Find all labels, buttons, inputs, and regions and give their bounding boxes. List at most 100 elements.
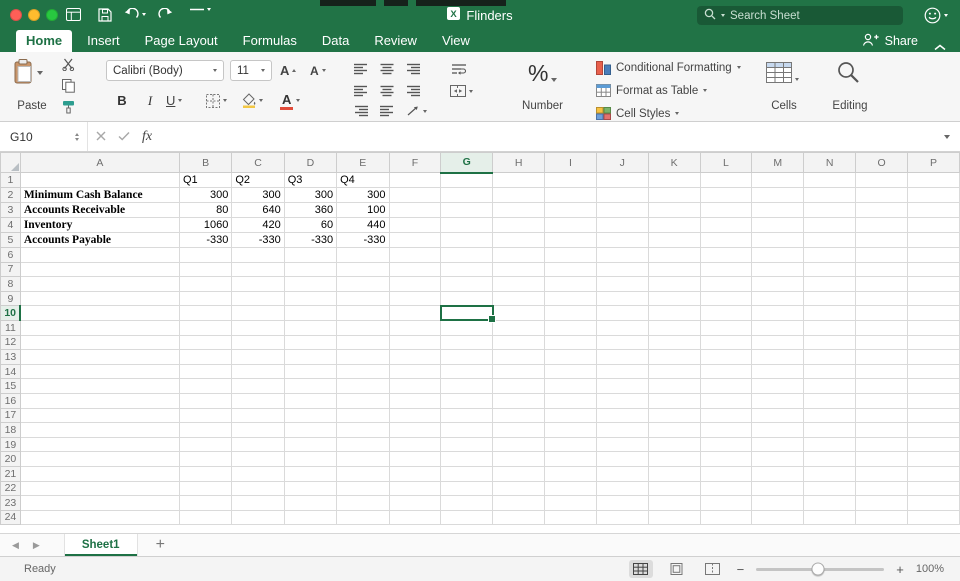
cell-L24[interactable]	[699, 509, 753, 526]
cell-C2[interactable]: 300	[231, 187, 285, 203]
cell-H24[interactable]	[492, 509, 546, 526]
cell-I5[interactable]	[544, 232, 597, 248]
cell-M17[interactable]	[751, 407, 805, 424]
column-header-H[interactable]: H	[492, 152, 546, 173]
cell-G19[interactable]	[440, 436, 494, 453]
cell-B7[interactable]	[178, 261, 233, 278]
cell-K6[interactable]	[647, 247, 701, 263]
cell-K12[interactable]	[647, 334, 701, 351]
cell-E19[interactable]	[336, 436, 390, 453]
cell-C8[interactable]	[231, 276, 285, 292]
cell-H21[interactable]	[492, 465, 546, 482]
search-sheet-input[interactable]: Search Sheet	[697, 6, 903, 25]
column-header-D[interactable]: D	[283, 152, 338, 173]
cell-F23[interactable]	[388, 495, 442, 511]
cell-P16[interactable]	[906, 392, 960, 409]
row-header-22[interactable]: 22	[0, 480, 21, 497]
cell-M23[interactable]	[751, 495, 805, 511]
cell-C9[interactable]	[231, 290, 285, 307]
cell-M21[interactable]	[751, 465, 805, 482]
cell-E8[interactable]	[336, 276, 390, 292]
cell-D23[interactable]	[283, 495, 338, 511]
cell-F21[interactable]	[388, 465, 442, 482]
cell-K10[interactable]	[647, 305, 701, 321]
cell-M2[interactable]	[751, 187, 805, 203]
cell-L13[interactable]	[699, 349, 753, 365]
cell-A20[interactable]	[19, 451, 180, 467]
cell-D2[interactable]: 300	[283, 187, 338, 203]
cell-G21[interactable]	[440, 465, 494, 482]
row-header-17[interactable]: 17	[0, 407, 21, 424]
cells-button[interactable]	[766, 62, 799, 83]
zoom-in-button[interactable]: +	[896, 562, 904, 577]
cell-P23[interactable]	[906, 495, 960, 511]
align-middle-button[interactable]	[380, 63, 394, 78]
sheet-nav-next-icon[interactable]: ▶	[33, 540, 40, 551]
cell-J24[interactable]	[595, 509, 649, 526]
zoom-window-button[interactable]	[46, 9, 58, 21]
cell-J3[interactable]	[595, 202, 649, 218]
column-header-N[interactable]: N	[803, 152, 857, 173]
cell-L11[interactable]	[699, 319, 753, 336]
cell-L19[interactable]	[699, 436, 753, 453]
cell-M8[interactable]	[751, 276, 805, 292]
cell-I16[interactable]	[544, 392, 597, 409]
cell-H1[interactable]	[492, 172, 546, 188]
cell-K20[interactable]	[647, 451, 701, 467]
cell-E10[interactable]	[336, 305, 390, 321]
cell-H17[interactable]	[492, 407, 546, 424]
cell-B18[interactable]	[178, 422, 233, 438]
cell-G18[interactable]	[440, 422, 494, 438]
add-sheet-button[interactable]: +	[156, 537, 165, 553]
cell-I4[interactable]	[544, 217, 597, 233]
cell-D6[interactable]	[283, 247, 338, 263]
cell-N20[interactable]	[803, 451, 857, 467]
cell-F22[interactable]	[388, 480, 442, 497]
cell-B6[interactable]	[178, 247, 233, 263]
cell-B5[interactable]: -330	[178, 232, 233, 248]
cell-C3[interactable]: 640	[231, 202, 285, 218]
cell-M11[interactable]	[751, 319, 805, 336]
cell-A7[interactable]	[19, 261, 180, 278]
column-header-M[interactable]: M	[751, 152, 805, 173]
align-right-button[interactable]	[406, 85, 420, 100]
wrap-text-button[interactable]	[452, 63, 467, 75]
cell-L21[interactable]	[699, 465, 753, 482]
cell-D3[interactable]: 360	[283, 202, 338, 218]
cell-G13[interactable]	[440, 349, 494, 365]
number-format-percent-button[interactable]: %	[528, 60, 558, 87]
cell-K18[interactable]	[647, 422, 701, 438]
cell-styles-button[interactable]: Cell Styles	[596, 104, 680, 123]
align-bottom-button[interactable]	[406, 63, 420, 78]
cell-P5[interactable]	[906, 232, 960, 248]
cell-E18[interactable]	[336, 422, 390, 438]
tab-review[interactable]: Review	[364, 30, 427, 52]
cell-D16[interactable]	[283, 392, 338, 409]
cell-B20[interactable]	[178, 451, 233, 467]
cell-J11[interactable]	[595, 319, 649, 336]
cell-E23[interactable]	[336, 495, 390, 511]
cell-J18[interactable]	[595, 422, 649, 438]
cell-I19[interactable]	[544, 436, 597, 453]
cell-F19[interactable]	[388, 436, 442, 453]
cell-P18[interactable]	[906, 422, 960, 438]
cell-L4[interactable]	[699, 217, 753, 233]
cell-I3[interactable]	[544, 202, 597, 218]
cell-O9[interactable]	[855, 290, 908, 307]
cell-L16[interactable]	[699, 392, 753, 409]
cell-N14[interactable]	[803, 363, 857, 380]
cell-H12[interactable]	[492, 334, 546, 351]
cell-A11[interactable]	[19, 319, 180, 336]
cell-B21[interactable]	[178, 465, 233, 482]
cell-G5[interactable]	[440, 232, 494, 248]
cell-E3[interactable]: 100	[336, 202, 390, 218]
cell-K4[interactable]	[647, 217, 701, 233]
cell-M16[interactable]	[751, 392, 805, 409]
cell-D13[interactable]	[283, 349, 338, 365]
cell-B19[interactable]	[178, 436, 233, 453]
cell-O22[interactable]	[855, 480, 908, 497]
cell-O3[interactable]	[855, 202, 908, 218]
cell-J14[interactable]	[595, 363, 649, 380]
cell-G2[interactable]	[440, 187, 494, 203]
cell-I9[interactable]	[544, 290, 597, 307]
